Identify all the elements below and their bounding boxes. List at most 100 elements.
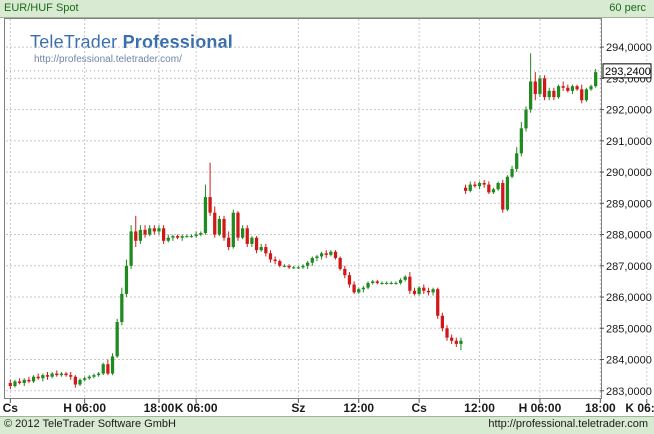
candle-body (556, 86, 561, 98)
candle-body (110, 356, 115, 374)
candle-body (338, 257, 342, 269)
candle-body (27, 379, 31, 382)
candle-body (347, 275, 352, 285)
x-tick-label: Sz (291, 401, 305, 415)
x-axis: Cs H 06:00 18:00 K 06:00 Sz 12:00 Cs 12:00 H 06:… (3, 399, 654, 415)
candle-body (171, 236, 175, 238)
candle-body (310, 257, 314, 263)
y-tick-label: 284,0000 (606, 355, 652, 367)
x-tick-label: 12:00 (464, 401, 495, 415)
price-chart[interactable]: 283,0000 284,0000 285,0000 286,0000 287,0000… (0, 0, 654, 434)
grid (6, 19, 648, 397)
candle-body (231, 212, 235, 248)
candle-body (217, 218, 222, 235)
candle-body (319, 253, 324, 257)
candle-body (408, 276, 412, 291)
candle-body (96, 373, 101, 376)
candle-body (162, 228, 166, 241)
candle-body (542, 78, 547, 98)
last-price-label: 293,2400 (605, 66, 651, 78)
candle-body (501, 183, 505, 210)
candle-body (203, 197, 208, 233)
y-tick-label: 286,0000 (606, 292, 652, 304)
candle-body (106, 364, 110, 374)
candle-body (552, 90, 556, 98)
candle-body (436, 289, 440, 316)
candle-body (394, 282, 398, 284)
candle-body (194, 234, 198, 237)
candle-body (17, 381, 22, 383)
candle-body (371, 281, 375, 283)
candle-body (166, 237, 170, 241)
candle-body (431, 289, 435, 293)
candle-body (510, 168, 514, 177)
candle-body (301, 265, 305, 268)
candle-body (589, 86, 593, 90)
candle-body (8, 382, 12, 387)
candle-body (240, 228, 245, 238)
candle-body (315, 256, 319, 258)
candle-body (547, 90, 551, 98)
candle-body (83, 378, 87, 380)
candle-body (250, 237, 254, 244)
candle-body (222, 218, 226, 238)
candle-body (227, 237, 231, 248)
candle-body (189, 236, 194, 238)
candle-body (380, 282, 384, 284)
candle-body (69, 375, 73, 377)
candle-body (454, 340, 458, 344)
candle-body (64, 373, 68, 376)
y-tick-label: 285,0000 (606, 323, 652, 335)
candle-body (50, 373, 54, 377)
candle-body (138, 229, 143, 241)
candle-body (463, 187, 468, 191)
candle-body (115, 322, 119, 357)
candle-body (292, 267, 296, 269)
candle-body (491, 189, 496, 193)
candle-body (259, 247, 263, 251)
y-tick-label: 283,0000 (606, 386, 652, 398)
y-tick-label: 292,0000 (606, 105, 652, 117)
copyright-text: © 2012 TeleTrader Software GmbH (4, 418, 176, 430)
x-tick-label: H 06:00 (63, 401, 106, 415)
candle-body (287, 265, 291, 268)
candle-body (268, 253, 273, 260)
candle-body (440, 315, 444, 329)
candle-body (87, 376, 91, 379)
candle-body (175, 236, 180, 238)
candle-body (278, 261, 282, 266)
candle-body (296, 267, 300, 269)
candle-body (487, 184, 491, 193)
candle-body (575, 86, 579, 90)
x-tick-label: Cs (3, 401, 19, 415)
y-axis: 283,0000 284,0000 285,0000 286,0000 287,0000… (600, 42, 652, 398)
candle-body (36, 376, 40, 379)
candle-body (213, 212, 217, 235)
y-tick-label: 287,0000 (606, 261, 652, 273)
candle-body (468, 184, 472, 191)
candle-body (78, 379, 82, 385)
candle-body (482, 183, 486, 185)
x-tick-label: Cs (411, 401, 427, 415)
y-tick-label: 291,0000 (606, 136, 652, 148)
x-tick-label: 18:00 (585, 401, 616, 415)
y-tick-label: 294,0000 (606, 42, 652, 54)
candle-body (584, 89, 589, 101)
candle-body (31, 376, 36, 382)
candle-body (124, 265, 129, 294)
footer-bar: © 2012 TeleTrader Software GmbH http://p… (0, 417, 654, 434)
candle-body (352, 284, 356, 293)
candle-body (13, 381, 17, 387)
candle-body (157, 228, 161, 232)
candle-body (450, 337, 454, 341)
x-tick-label: H 06:00 (519, 401, 562, 415)
candle-body (101, 364, 105, 374)
footer-link[interactable]: http://professional.teletrader.com (488, 418, 648, 430)
candle-body (55, 373, 59, 376)
candle-body (594, 72, 598, 87)
time-axis-bar: Cs H 06:00 18:00 K 06:00 Sz 12:00 Cs 12:00 H 06:… (0, 399, 654, 417)
candle-body (41, 375, 45, 379)
x-tick-label: K 06:00 (175, 401, 218, 415)
y-tick-label: 289,0000 (606, 198, 652, 210)
candle-body (254, 237, 259, 251)
